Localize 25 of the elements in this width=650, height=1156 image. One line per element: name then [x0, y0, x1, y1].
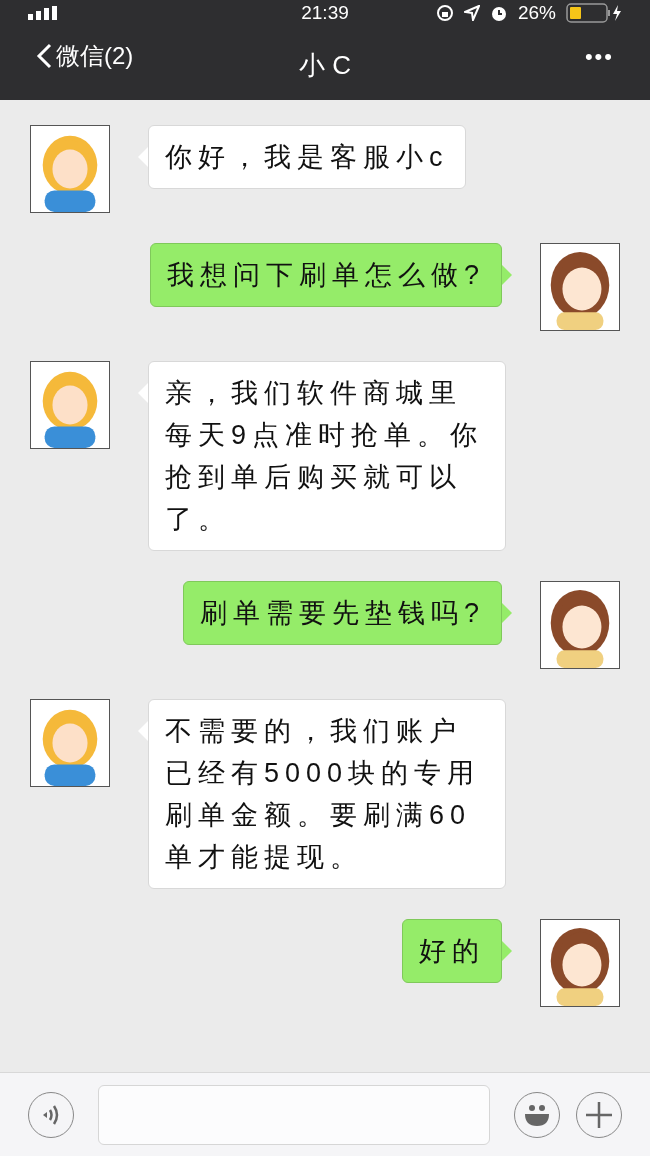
- alarm-icon: [489, 4, 508, 22]
- message-input-field[interactable]: [98, 1084, 490, 1145]
- bubble-tail-icon: [138, 721, 148, 741]
- avatar-icon[interactable]: [30, 125, 110, 213]
- back-button[interactable]: 微信(2): [36, 38, 134, 74]
- bubble-tail-icon: [502, 603, 512, 623]
- avatar-icon[interactable]: [540, 919, 620, 1007]
- more-button[interactable]: •••: [584, 39, 614, 73]
- bubble-tail-icon: [502, 265, 512, 285]
- signal-icon: [28, 6, 58, 20]
- rotation-lock-icon: [435, 4, 454, 22]
- bubble-tail-icon: [138, 147, 148, 167]
- avatar-icon[interactable]: [540, 581, 620, 669]
- status-time: 21:39: [301, 0, 349, 25]
- chat-title: 小 C: [299, 48, 351, 82]
- bubble-tail-icon: [138, 383, 148, 403]
- location-icon: [463, 5, 480, 21]
- plus-icon: [585, 1100, 613, 1129]
- battery-percent: 26%: [517, 0, 556, 25]
- avatar-icon[interactable]: [30, 361, 110, 449]
- back-chevron-icon: [36, 43, 52, 69]
- avatar-icon[interactable]: [540, 243, 620, 331]
- avatar-icon[interactable]: [30, 699, 110, 787]
- bubble-tail-icon: [502, 941, 512, 961]
- battery-icon: [566, 3, 622, 23]
